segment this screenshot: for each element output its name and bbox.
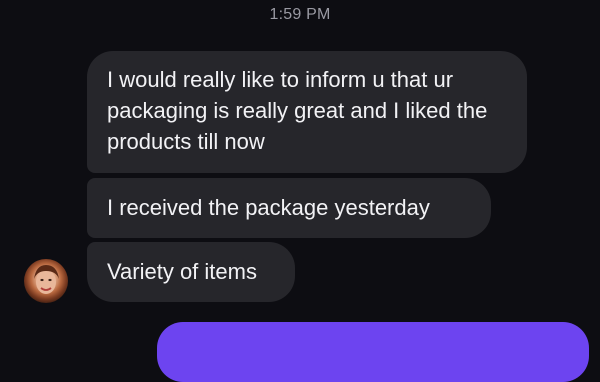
contact-avatar[interactable] <box>24 259 68 303</box>
outgoing-message-bubble[interactable] <box>157 322 589 382</box>
avatar-photo-icon <box>34 265 59 294</box>
message-timestamp: 1:59 PM <box>269 6 331 23</box>
incoming-message-bubble[interactable]: I received the package yesterday <box>87 178 491 238</box>
incoming-message-bubble[interactable]: Variety of items <box>87 242 295 302</box>
incoming-message-bubble[interactable]: I would really like to inform u that ur … <box>87 51 527 173</box>
